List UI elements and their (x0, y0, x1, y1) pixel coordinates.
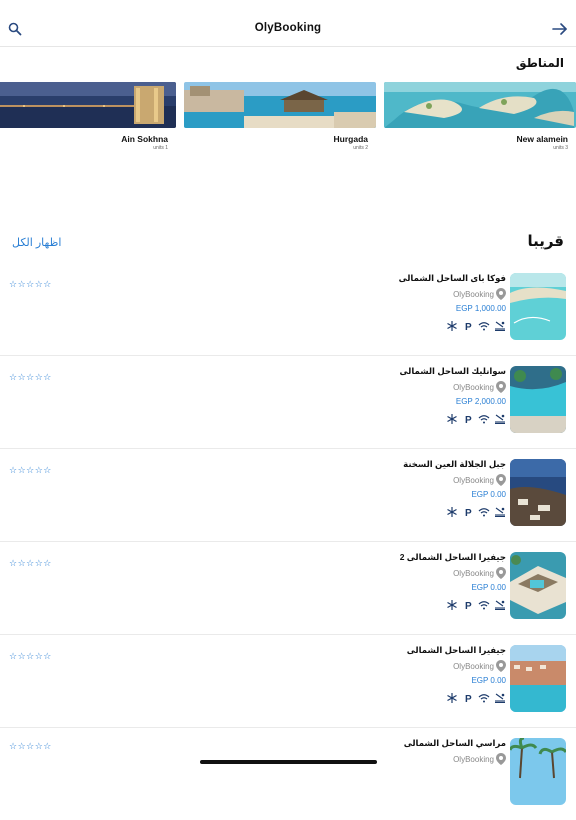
regions-carousel[interactable]: New alamein units 3 Hurgada units 2 Ain … (0, 82, 576, 162)
pool-icon (494, 690, 506, 704)
property-price: EGP 0.00 (471, 583, 506, 592)
region-card-hurgada[interactable]: Hurgada units 2 (184, 82, 376, 152)
region-image (384, 82, 576, 128)
property-price: EGP 0.00 (471, 490, 506, 499)
top-bar: OlyBooking (0, 0, 576, 47)
property-name: جيفيرا الساحل الشمالى 2 (399, 552, 506, 562)
property-name: فوكا باى الساحل الشمالى (398, 273, 506, 283)
property-card[interactable]: ☆☆☆☆☆ فوكا باى الساحل الشمالى OlyBooking… (0, 262, 576, 356)
region-name: Ain Sokhna (121, 134, 168, 144)
property-name: جبل الجلالة العين السخنة (403, 459, 506, 469)
wifi-icon (478, 411, 490, 424)
rating-stars[interactable]: ☆☆☆☆☆ (9, 465, 52, 476)
property-card[interactable]: ☆☆☆☆☆ سوانليك الساحل الشمالى OlyBooking … (0, 355, 576, 449)
region-units: units 1 (153, 145, 168, 151)
location-pin-icon (496, 660, 506, 672)
snowflake-icon (446, 597, 458, 610)
amenities: P (446, 411, 506, 426)
location-pin-icon (496, 381, 506, 393)
property-name: مراسي الساحل الشمالى (403, 738, 506, 748)
parking-icon: P (462, 411, 474, 426)
snowflake-icon (446, 411, 458, 424)
property-location: OlyBooking (453, 381, 506, 393)
property-price: EGP 1,000.00 (455, 304, 506, 313)
wifi-icon (478, 690, 490, 703)
region-name: New alamein (516, 134, 569, 144)
location-pin-icon (496, 753, 506, 765)
region-units: units 2 (353, 145, 368, 151)
rating-stars[interactable]: ☆☆☆☆☆ (9, 558, 52, 569)
location-pin-icon (496, 567, 506, 579)
property-thumbnail (510, 645, 566, 712)
svg-text:P: P (465, 601, 472, 610)
property-location: OlyBooking (453, 567, 506, 579)
region-name: Hurgada (333, 134, 368, 144)
amenities: P (446, 597, 506, 612)
app-title: OlyBooking (254, 22, 322, 34)
wifi-icon (478, 597, 490, 610)
pool-icon (494, 504, 506, 518)
region-image (184, 82, 376, 128)
property-location: OlyBooking (453, 753, 506, 765)
location-pin-icon (496, 474, 506, 486)
property-thumbnail (510, 552, 566, 619)
property-price: EGP 0.00 (471, 676, 506, 685)
location-label: OlyBooking (453, 475, 494, 485)
property-price: EGP 2,000.00 (455, 397, 506, 406)
parking-icon: P (462, 318, 474, 333)
svg-text:P: P (465, 508, 472, 517)
property-location: OlyBooking (453, 474, 506, 486)
wifi-icon (478, 504, 490, 517)
location-label: OlyBooking (453, 568, 494, 578)
pool-icon (494, 411, 506, 425)
parking-icon: P (462, 504, 474, 519)
rating-stars[interactable]: ☆☆☆☆☆ (9, 279, 52, 290)
show-all-link[interactable]: اظهار الكل (12, 236, 61, 249)
rating-stars[interactable]: ☆☆☆☆☆ (9, 741, 52, 752)
location-label: OlyBooking (453, 661, 494, 671)
pool-icon (494, 318, 506, 332)
region-image (0, 82, 176, 128)
snowflake-icon (446, 318, 458, 331)
property-location: OlyBooking (453, 660, 506, 672)
svg-text:P: P (465, 322, 472, 331)
property-card[interactable]: ☆☆☆☆☆ مراسي الساحل الشمالى OlyBooking (0, 727, 576, 820)
property-thumbnail (510, 273, 566, 340)
property-name: جيفيرا الساحل الشمالى (406, 645, 506, 655)
property-name: سوانليك الساحل الشمالى (399, 366, 506, 376)
location-label: OlyBooking (453, 289, 494, 299)
region-units: units 3 (553, 145, 568, 151)
svg-text:P: P (465, 694, 472, 703)
property-thumbnail (510, 738, 566, 805)
amenities: P (446, 318, 506, 333)
property-thumbnail (510, 366, 566, 433)
pool-icon (494, 597, 506, 611)
region-card-new-alamein[interactable]: New alamein units 3 (384, 82, 576, 152)
arrow-right-icon[interactable] (552, 22, 568, 36)
home-indicator[interactable] (200, 760, 377, 764)
nearby-title: قريبا (527, 233, 564, 250)
property-location: OlyBooking (453, 288, 506, 300)
regions-title: المناطق (515, 56, 564, 70)
location-pin-icon (496, 288, 506, 300)
region-card-ain-sokhna[interactable]: Ain Sokhna units 1 (0, 82, 176, 152)
amenities: P (446, 504, 506, 519)
snowflake-icon (446, 504, 458, 517)
amenities: P (446, 690, 506, 705)
location-label: OlyBooking (453, 754, 494, 764)
parking-icon: P (462, 690, 474, 705)
property-card[interactable]: ☆☆☆☆☆ جيفيرا الساحل الشمالى OlyBooking E… (0, 634, 576, 728)
snowflake-icon (446, 690, 458, 703)
wifi-icon (478, 318, 490, 331)
rating-stars[interactable]: ☆☆☆☆☆ (9, 372, 52, 383)
parking-icon: P (462, 597, 474, 612)
property-card[interactable]: ☆☆☆☆☆ جيفيرا الساحل الشمالى 2 OlyBooking… (0, 541, 576, 635)
svg-text:P: P (465, 415, 472, 424)
property-card[interactable]: ☆☆☆☆☆ جبل الجلالة العين السخنة OlyBookin… (0, 448, 576, 542)
rating-stars[interactable]: ☆☆☆☆☆ (9, 651, 52, 662)
property-thumbnail (510, 459, 566, 526)
location-label: OlyBooking (453, 382, 494, 392)
